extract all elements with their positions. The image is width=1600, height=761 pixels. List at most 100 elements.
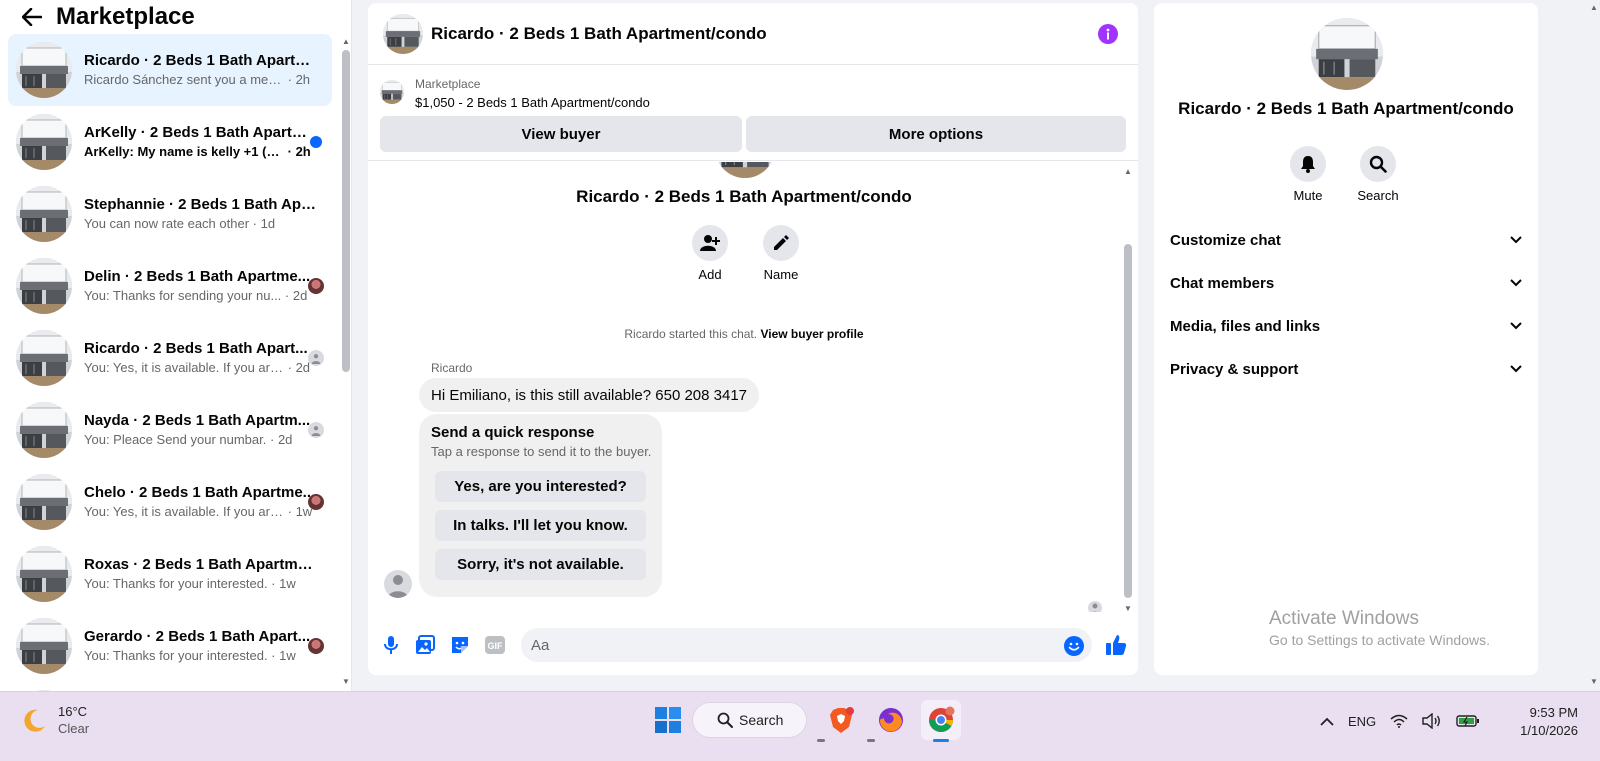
add-label: Add — [698, 267, 722, 282]
chat-members-label: Chat members — [1170, 274, 1275, 292]
microphone-icon[interactable] — [381, 635, 401, 655]
conversation-preview: You: Thanks for your interested. · 1w — [84, 575, 316, 593]
info-avatar[interactable] — [1311, 18, 1383, 90]
sidebar-scrollbar[interactable]: ▲ ▼ — [340, 34, 351, 694]
chevron-down-icon — [1510, 279, 1522, 287]
search-in-chat-button[interactable]: Search — [1348, 146, 1408, 203]
activate-windows-watermark: Activate Windows Go to Settings to activ… — [1269, 608, 1490, 648]
listing-price-title[interactable]: $1,050 - 2 Beds 1 Bath Apartment/condo — [415, 95, 650, 110]
brave-browser-icon[interactable] — [821, 700, 861, 740]
windows-start-icon[interactable] — [648, 700, 688, 740]
conversation-time: 2d — [295, 360, 311, 375]
conversation-item[interactable]: Stephannie · 2 Beds 1 Bath Apart... You c… — [8, 178, 332, 250]
firefox-icon[interactable] — [871, 700, 911, 740]
conversation-avatar — [16, 618, 72, 674]
scroll-down-arrow-icon[interactable]: ▼ — [342, 678, 350, 686]
emoji-icon[interactable] — [1064, 636, 1084, 656]
conversation-item[interactable]: Nayda · 2 Beds 1 Bath Apartm... You: Plea… — [8, 394, 332, 466]
conversation-message: You can now rate each other — [84, 216, 250, 231]
info-icon[interactable] — [1098, 24, 1118, 44]
chat-scroll-up-icon[interactable]: ▲ — [1124, 168, 1132, 176]
chat-scroll-down-icon[interactable]: ▼ — [1124, 605, 1132, 613]
conversation-item[interactable]: Chelo · 2 Beds 1 Bath Apartme... You: Yes… — [8, 466, 332, 538]
quick-response-sorry-button[interactable]: Sorry, it's not available. — [435, 549, 646, 580]
conversation-time: 1d — [260, 216, 276, 231]
conversation-item[interactable]: Delin · 2 Beds 1 Bath Apartme... You: Tha… — [8, 250, 332, 322]
listing-thumbnail[interactable] — [380, 80, 404, 104]
conversation-avatar — [16, 186, 72, 242]
conversation-item[interactable]: Gerardo · 2 Beds 1 Bath Apart... You: Tha… — [8, 610, 332, 682]
page-scrollbar[interactable]: ▲ ▼ — [1588, 0, 1600, 690]
conversation-preview: Ricardo Sánchez sent you a messag... · 2… — [84, 71, 316, 89]
chat-title[interactable]: Ricardo · 2 Beds 1 Bath Apartment/condo — [431, 24, 767, 44]
chat-panel: Ricardo · 2 Beds 1 Bath Apartment/condo … — [368, 3, 1138, 675]
conversation-item[interactable]: Roxas · 2 Beds 1 Bath Apartment... You: T… — [8, 538, 332, 610]
conversation-time: 1w — [279, 576, 296, 591]
chevron-down-icon — [1510, 365, 1522, 373]
conversation-message: You: Pleace Send your numbar. — [84, 432, 267, 447]
conversation-sidebar: Marketplace Ricardo · 2 Beds 1 Bath Apar… — [0, 0, 352, 703]
chrome-icon[interactable] — [921, 700, 961, 740]
view-buyer-profile-link[interactable]: View buyer profile — [760, 327, 863, 341]
customize-chat-row[interactable]: Customize chat — [1162, 220, 1530, 260]
chevron-up-icon[interactable] — [1320, 717, 1334, 726]
message-bubble[interactable]: Hi Emiliano, is this still available? 65… — [419, 378, 760, 412]
conversation-list: Ricardo · 2 Beds 1 Bath Apartme... Ricard… — [0, 34, 340, 703]
add-person-icon[interactable] — [692, 225, 728, 261]
add-person-button[interactable]: Add — [680, 225, 740, 282]
pencil-icon[interactable] — [763, 225, 799, 261]
more-options-button[interactable]: More options — [746, 116, 1126, 152]
conversation-message: Ricardo Sánchez sent you a messag... — [84, 72, 284, 87]
mute-button[interactable]: Mute — [1278, 146, 1338, 203]
chat-scrollbar[interactable]: ▲ ▼ — [1122, 166, 1134, 616]
sticker-icon[interactable] — [450, 635, 470, 655]
started-text: Ricardo started this chat. — [624, 327, 758, 341]
chat-started-notice: Ricardo started this chat. View buyer pr… — [368, 327, 1120, 341]
chat-members-row[interactable]: Chat members — [1162, 263, 1530, 303]
message-input[interactable] — [531, 628, 1051, 662]
seen-avatar-icon — [308, 350, 324, 366]
conversation-avatar — [16, 474, 72, 530]
conversation-item[interactable]: Ricardo · 2 Beds 1 Bath Apartme... Ricard… — [8, 34, 332, 106]
separator-dot: · — [281, 288, 293, 303]
quick-response-talks-button[interactable]: In talks. I'll let you know. — [435, 510, 646, 541]
separator-dot: · — [284, 72, 296, 87]
conversation-message: You: Thanks for your interested. — [84, 576, 268, 591]
taskbar-search-button[interactable]: Search — [692, 702, 807, 738]
scroll-up-arrow-icon[interactable]: ▲ — [342, 38, 350, 46]
language-indicator[interactable]: ENG — [1348, 714, 1376, 729]
quick-response-title: Send a quick response — [431, 424, 595, 441]
back-arrow-icon[interactable] — [20, 5, 44, 29]
conversation-item[interactable]: Ricardo · 2 Beds 1 Bath Apart... You: Yes… — [8, 322, 332, 394]
sidebar-title: Marketplace — [56, 3, 195, 30]
thumbs-up-icon[interactable] — [1104, 633, 1128, 657]
conversation-preview: ArKelly: My name is kelly +1 (26... · 2h — [84, 143, 316, 161]
media-files-links-row[interactable]: Media, files and links — [1162, 306, 1530, 346]
watermark-subtitle: Go to Settings to activate Windows. — [1269, 632, 1490, 648]
weather-widget[interactable]: 16°C Clear — [20, 704, 89, 736]
sidebar-scroll-thumb[interactable] — [342, 50, 350, 372]
page-scroll-up-icon[interactable]: ▲ — [1590, 4, 1598, 12]
system-clock[interactable]: 9:53 PM 1/10/2026 — [1520, 704, 1578, 740]
chat-avatar[interactable] — [383, 14, 423, 54]
sender-name: Ricardo — [431, 361, 473, 375]
search-icon[interactable] — [1360, 146, 1396, 182]
page-scroll-down-icon[interactable]: ▼ — [1590, 678, 1598, 686]
watermark-title: Activate Windows — [1269, 608, 1419, 629]
bell-icon[interactable] — [1290, 146, 1326, 182]
view-buyer-button[interactable]: View buyer — [380, 116, 742, 152]
chat-scroll-thumb[interactable] — [1124, 244, 1132, 598]
separator-dot: · — [266, 432, 278, 447]
weather-condition: Clear — [58, 721, 90, 736]
wifi-icon[interactable] — [1390, 714, 1408, 728]
conversation-item[interactable]: ArKelly · 2 Beds 1 Bath Apartm... ArKelly… — [8, 106, 332, 178]
photo-icon[interactable] — [415, 635, 435, 655]
media-files-links-label: Media, files and links — [1170, 317, 1321, 335]
conversation-title: Nayda · 2 Beds 1 Bath Apartm... — [84, 412, 311, 429]
battery-icon[interactable] — [1456, 714, 1480, 728]
gif-icon[interactable]: GIF — [485, 635, 505, 655]
quick-response-yes-button[interactable]: Yes, are you interested? — [435, 471, 646, 502]
name-button[interactable]: Name — [751, 225, 811, 282]
privacy-support-row[interactable]: Privacy & support — [1162, 349, 1530, 389]
volume-icon[interactable] — [1422, 713, 1442, 729]
